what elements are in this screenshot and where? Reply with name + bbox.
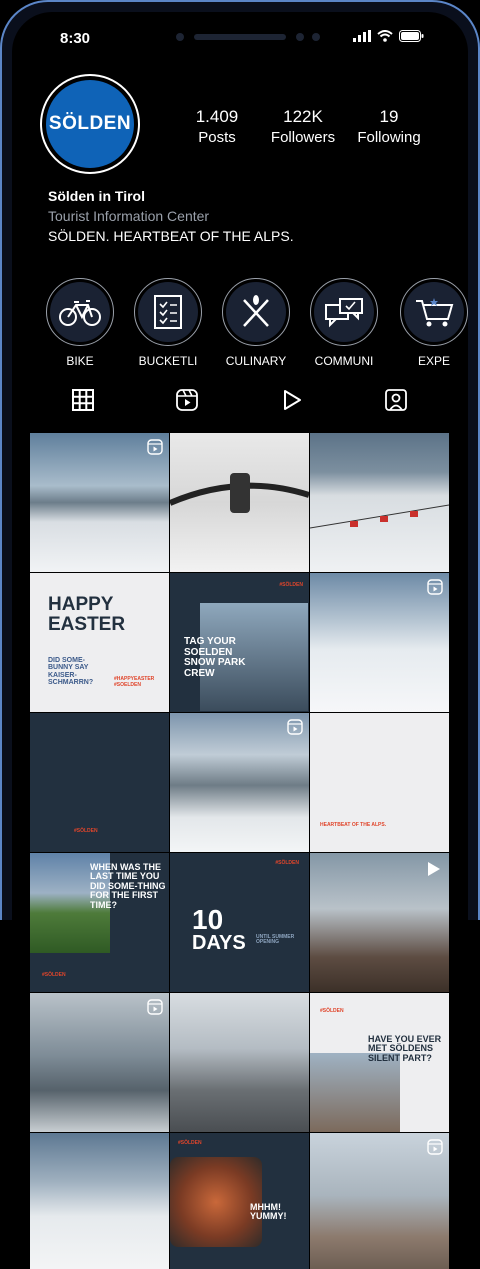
chairlift-graphic [310,504,449,529]
stat-posts[interactable]: 1.409 Posts [172,106,262,148]
post-number: 10 [192,904,224,935]
post-silent-part[interactable]: #SÖLDEN HAVE YOU EVER MET SÖLDENS SILENT… [310,993,449,1132]
tab-tagged[interactable] [376,384,416,416]
cutlery-icon [243,295,269,327]
highlight-culinary[interactable]: CULINARY [218,278,294,368]
post-hashtag: #SÖLDEN [320,1008,344,1014]
tab-reels[interactable] [167,384,207,416]
video-icon [284,390,301,410]
reels-icon [427,1139,443,1155]
status-icons [353,30,424,42]
notch [160,22,328,54]
post-happy-easter[interactable]: HAPPY EASTER DID SOME-BUNNY SAY KAISER-S… [30,573,169,712]
highlight-label: BUCKETLI [138,354,198,368]
post-slogan: HEARTBEAT OF THE ALPS. [320,822,387,828]
stat-label: Posts [198,129,236,146]
stat-label: Following [357,129,421,146]
post-hashtag: #SÖLDEN [74,828,98,834]
hut-photo [310,1053,400,1132]
highlight-bike[interactable]: BIKE [42,278,118,368]
post-mountain-biker[interactable] [170,993,309,1132]
post-hashtag: #SÖLDEN [178,1140,202,1146]
chat-icon [325,298,363,328]
post-days: DAYS [192,932,246,954]
highlight-label: BIKE [66,354,94,368]
reels-icon [287,719,303,735]
post-hashtag: #SOELDEN [114,682,141,688]
reels-icon [176,389,198,411]
tagged-icon [385,389,407,411]
post-hashtag: #SÖLDEN [42,972,66,978]
post-skier[interactable] [310,573,449,712]
stat-value: 1.409 [195,107,239,126]
post-text: HAVE YOU EVER MET SÖLDENS SILENT PART? [368,1034,442,1063]
stat-value: 19 [379,107,399,126]
reels-icon [147,439,163,455]
post-valley-view[interactable] [170,713,309,852]
stat-followers[interactable]: 122K Followers [258,106,348,148]
post-hikers[interactable] [310,1133,449,1269]
highlight-label: COMMUNI [314,354,374,368]
battery-icon [399,30,424,42]
highlight-experience[interactable]: EXPE [394,278,468,368]
tab-video[interactable] [272,384,312,416]
profile-category: Tourist Information Center [48,208,210,224]
post-hashtag: #SÖLDEN [279,582,303,588]
stat-label: Followers [270,129,336,146]
reels-icon [427,579,443,595]
bike-icon [59,300,101,326]
post-mhhm[interactable]: #SÖLDEN MHHM! YUMMY! [170,1133,309,1269]
post-when-was[interactable]: WHEN WAS THE LAST TIME YOU DID SOME-THIN… [30,853,169,992]
stat-value: 122K [283,107,323,126]
speaker-grille [194,34,286,40]
highlight-label: CULINARY [225,354,287,368]
post-chairlift[interactable] [310,433,449,572]
post-navy-tile[interactable]: #SÖLDEN [30,713,169,852]
post-mountain-slope[interactable] [30,433,169,572]
post-text: WHEN WAS THE LAST TIME YOU DID SOME-THIN… [90,862,166,910]
tab-grid[interactable] [63,384,103,416]
cart-icon [416,298,454,327]
signal-icon [353,30,371,42]
profile-bio: Sölden in Tirol Tourist Information Cent… [48,186,294,246]
profile-avatar[interactable]: SÖLDEN [40,74,140,174]
stat-following[interactable]: 19 Following [344,106,434,148]
grid-icon [72,389,94,411]
play-icon [428,862,440,876]
profile-name: Sölden in Tirol [48,188,145,204]
post-ten-days[interactable]: #SÖLDEN 10 DAYS UNTIL SUMMER OPENING [170,853,309,992]
soelden-logo: SÖLDEN [46,80,134,168]
checklist-icon [154,295,182,329]
post-hashtag: #SÖLDEN [275,860,299,866]
wifi-icon [377,30,393,42]
status-bar: 8:30 [12,12,468,62]
post-gondola[interactable] [30,993,169,1132]
post-heartbeat[interactable]: HEARTBEAT OF THE ALPS. [310,713,449,852]
food-photo [170,1157,262,1247]
highlight-community[interactable]: COMMUNI [306,278,382,368]
post-title: HAPPY EASTER [48,594,126,635]
handlebar-graphic [170,473,309,513]
post-text: MHHM! YUMMY! [250,1202,287,1222]
post-text: TAG YOUR SOELDEN SNOW PARK CREW [184,636,246,679]
status-time: 8:30 [60,30,91,47]
post-subtitle: UNTIL SUMMER OPENING [256,934,295,946]
post-subtitle: DID SOME-BUNNY SAY KAISER-SCHMARRN? [48,657,94,687]
highlight-bucketlist[interactable]: BUCKETLI [130,278,206,368]
profile-bio-text: SÖLDEN. HEARTBEAT OF THE ALPS. [48,228,294,244]
post-friends[interactable] [310,853,449,992]
post-snowpark[interactable]: #SÖLDEN TAG YOUR SOELDEN SNOW PARK CREW [170,573,309,712]
sensor-dot [312,33,320,41]
phone-screen: 8:30 SÖLDEN 1.409 Posts 122K Followers 1… [12,12,468,1269]
sensor-dot [176,33,184,41]
post-bike-handlebar[interactable] [170,433,309,572]
highlight-label: EXPE [418,354,451,368]
post-ski-lift-slope[interactable] [30,1133,169,1269]
reels-icon [147,999,163,1015]
camera-dot [296,33,304,41]
profile-tabs [12,380,468,420]
